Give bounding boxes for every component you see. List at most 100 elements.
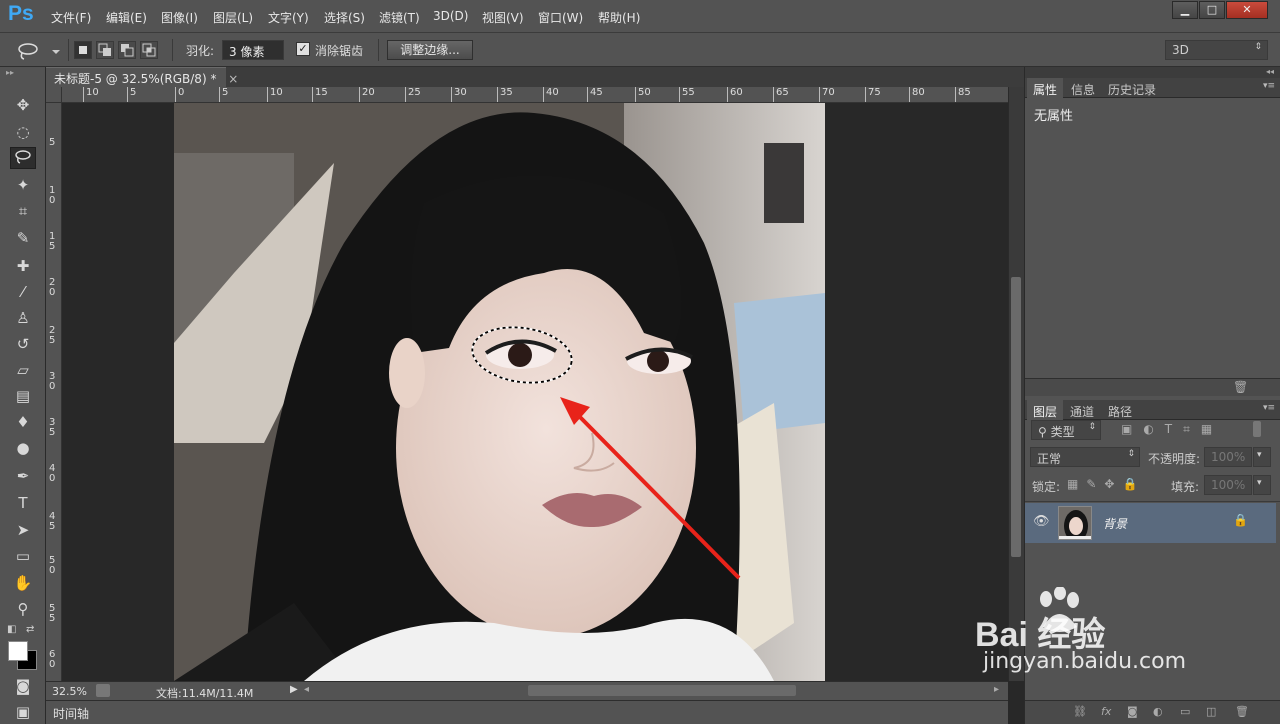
type-tool-icon[interactable]: T <box>10 492 36 514</box>
menu-window[interactable]: 窗口(W) <box>538 9 583 26</box>
layer-filter-select[interactable]: ⚲ 类型 ⇕ <box>1031 420 1101 440</box>
trash-icon[interactable]: 🗑 <box>1233 380 1248 394</box>
close-window-button[interactable]: ✕ <box>1226 1 1268 19</box>
zoom-tool-icon[interactable]: ⚲ <box>10 598 36 620</box>
portrait-photo[interactable] <box>174 103 825 681</box>
lock-options-icons[interactable]: ▦✎✥🔒 <box>1067 477 1145 491</box>
layer-style-icon[interactable]: fx <box>1101 705 1111 718</box>
new-selection-icon[interactable] <box>74 41 92 59</box>
opacity-input[interactable]: 100% <box>1204 447 1252 467</box>
fill-dropdown-icon[interactable]: ▾ <box>1253 475 1271 495</box>
menu-filter[interactable]: 滤镜(T) <box>379 9 420 26</box>
h-ruler-label: 10 <box>270 87 283 98</box>
feather-input[interactable]: 3 像素 <box>222 40 284 60</box>
menu-file[interactable]: 文件(F) <box>51 9 91 26</box>
layer-name[interactable]: 背景 <box>1103 515 1127 532</box>
layer-mask-icon[interactable]: ◙ <box>1127 705 1138 718</box>
pen-tool-icon[interactable]: ✒ <box>10 465 36 487</box>
tab-history[interactable]: 历史记录 <box>1102 78 1162 98</box>
healing-brush-tool-icon[interactable]: ✚ <box>10 255 36 277</box>
vertical-ruler[interactable]: 5 1 0 1 5 2 0 2 5 3 0 3 5 4 0 4 5 5 0 5 5 6 0 <box>46 103 62 681</box>
magic-wand-tool-icon[interactable]: ✦ <box>10 174 36 196</box>
move-tool-icon[interactable]: ✥ <box>10 94 36 116</box>
blend-mode-select[interactable]: 正常 ⇕ <box>1030 447 1140 467</box>
ruler-origin[interactable] <box>46 87 62 103</box>
close-tab-icon[interactable]: × <box>228 72 238 86</box>
shape-tool-icon[interactable]: ▭ <box>10 545 36 567</box>
swap-colors-icon[interactable]: ⇄ <box>26 624 34 635</box>
workspace-value: 3D <box>1172 43 1189 57</box>
horizontal-scroll-thumb[interactable] <box>528 685 796 696</box>
opacity-label: 不透明度: <box>1148 452 1201 466</box>
history-brush-tool-icon[interactable]: ↺ <box>10 333 36 355</box>
minimize-button[interactable]: ▁ <box>1172 1 1198 19</box>
blur-tool-icon[interactable]: ♦ <box>10 411 36 433</box>
layer-row-background[interactable]: 👁 背景 🔒 <box>1025 503 1276 543</box>
eyedropper-tool-icon[interactable]: ✎ <box>10 227 36 249</box>
menu-type[interactable]: 文字(Y) <box>268 9 309 26</box>
zoom-level[interactable]: 32.5% <box>52 685 87 698</box>
fill-input[interactable]: 100% <box>1204 475 1252 495</box>
v-ruler-label: 4 0 <box>49 463 56 484</box>
tab-info[interactable]: 信息 <box>1065 78 1101 98</box>
maximize-button[interactable]: □ <box>1199 1 1225 19</box>
scroll-left-icon[interactable]: ◂ <box>304 684 309 695</box>
path-selection-tool-icon[interactable]: ➤ <box>10 519 36 541</box>
link-layers-icon[interactable]: ⛓ <box>1073 705 1087 718</box>
scroll-right-icon[interactable]: ▸ <box>994 684 999 695</box>
tab-layers[interactable]: 图层 <box>1027 400 1064 420</box>
quick-mask-icon[interactable]: ◙ <box>10 675 36 697</box>
eraser-tool-icon[interactable]: ▱ <box>10 359 36 381</box>
eye-icon[interactable]: 👁 <box>1033 514 1050 529</box>
clone-stamp-tool-icon[interactable]: ♙ <box>10 307 36 329</box>
menu-view[interactable]: 视图(V) <box>482 9 524 26</box>
canvas-vertical-scrollbar[interactable] <box>1008 87 1024 681</box>
gradient-tool-icon[interactable]: ▤ <box>10 385 36 407</box>
delete-layer-icon[interactable]: 🗑 <box>1235 705 1249 718</box>
horizontal-ruler[interactable]: 10 5 0 5 10 15 20 25 30 35 40 45 50 55 60 65 70 75 80 85 <box>62 87 1008 103</box>
tab-properties[interactable]: 属性 <box>1027 78 1064 98</box>
tool-preset-picker[interactable] <box>8 40 64 62</box>
document-tab[interactable]: 未标题-5 @ 32.5%(RGB/8) * × <box>46 67 238 87</box>
menu-edit[interactable]: 编辑(E) <box>106 9 147 26</box>
opacity-dropdown-icon[interactable]: ▾ <box>1253 447 1271 467</box>
tab-channels[interactable]: 通道 <box>1064 400 1100 420</box>
canvas-area[interactable] <box>62 103 1008 681</box>
subtract-from-selection-icon[interactable] <box>118 41 136 59</box>
adjustment-layer-icon[interactable]: ◐ <box>1153 705 1163 718</box>
default-colors-icon[interactable]: ◧ <box>7 624 16 635</box>
lasso-tool-icon[interactable] <box>10 147 36 169</box>
menu-help[interactable]: 帮助(H) <box>598 9 640 26</box>
new-layer-icon[interactable]: ◫ <box>1206 705 1216 718</box>
menu-3d[interactable]: 3D(D) <box>433 9 468 23</box>
collapse-panel-icon[interactable]: ▸▸ <box>6 68 14 77</box>
status-info-icon[interactable] <box>96 684 110 697</box>
panel-menu-icon[interactable]: ▾≡ <box>1263 81 1275 91</box>
layer-filter-icons[interactable]: ▣◐T⌗▦ <box>1121 422 1223 437</box>
add-to-selection-icon[interactable] <box>96 41 114 59</box>
tab-paths[interactable]: 路径 <box>1102 400 1138 420</box>
menu-layer[interactable]: 图层(L) <box>213 9 253 26</box>
workspace-select[interactable]: 3D ⇕ <box>1165 40 1268 60</box>
layers-panel-menu-icon[interactable]: ▾≡ <box>1263 403 1275 413</box>
new-group-icon[interactable]: ▭ <box>1180 705 1190 718</box>
status-menu-arrow-icon[interactable]: ▶ <box>290 684 298 695</box>
foreground-color-swatch[interactable] <box>8 641 28 661</box>
refine-edge-button[interactable]: 调整边缘... <box>387 40 473 60</box>
intersect-selection-icon[interactable] <box>140 41 158 59</box>
timeline-tab[interactable]: 时间轴 <box>53 705 89 722</box>
hand-tool-icon[interactable]: ✋ <box>10 572 36 594</box>
antialias-checkbox[interactable]: ✓ <box>296 42 310 56</box>
h-ruler-label: 55 <box>682 87 695 98</box>
h-ruler-label: 25 <box>408 87 421 98</box>
marquee-tool-icon[interactable]: ◌ <box>10 121 36 143</box>
filter-toggle[interactable] <box>1253 421 1261 437</box>
brush-tool-icon[interactable]: ⁄ <box>10 281 36 303</box>
dodge-tool-icon[interactable]: ● <box>10 437 36 459</box>
menu-select[interactable]: 选择(S) <box>324 9 365 26</box>
menu-image[interactable]: 图像(I) <box>161 9 198 26</box>
screen-mode-icon[interactable]: ▣ <box>10 701 36 723</box>
collapse-dock-icon[interactable]: ◂◂ <box>1266 67 1274 76</box>
vertical-scroll-thumb[interactable] <box>1011 277 1021 557</box>
crop-tool-icon[interactable]: ⌗ <box>10 200 36 222</box>
